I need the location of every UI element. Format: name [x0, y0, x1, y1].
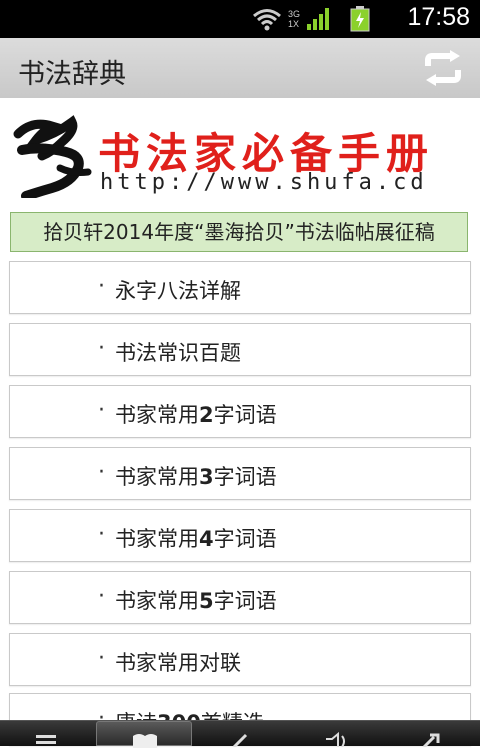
toolbar-share-button[interactable]: [384, 721, 480, 747]
bullet: ·: [98, 522, 105, 547]
bottom-toolbar: [0, 720, 480, 748]
battery-charging-icon: [350, 6, 370, 32]
toolbar-sound-button[interactable]: [288, 721, 384, 747]
wifi-icon: [253, 9, 281, 31]
menu-item-changshi-baiti[interactable]: · 书法常识百题: [9, 323, 471, 376]
network-1x: 1X: [287, 19, 299, 29]
toolbar-menu-button[interactable]: [0, 721, 96, 746]
status-bar: 3G 1X 17:58: [0, 0, 480, 38]
refresh-button[interactable]: [420, 50, 466, 86]
status-time: 17:58: [407, 3, 470, 31]
calligraphy-logo-icon: [13, 115, 92, 198]
status-icons: 3G 1X: [252, 6, 370, 32]
menu-item-label: 书家常用对联: [115, 651, 241, 675]
bullet: ·: [98, 584, 105, 609]
menu-item-2-char-words[interactable]: · 书家常用2字词语: [9, 385, 471, 438]
notice-banner[interactable]: 拾贝轩2014年度“墨海拾贝”书法临帖展征稿: [10, 212, 468, 252]
bullet: ·: [98, 460, 105, 485]
bullet: ·: [98, 398, 105, 423]
menu-item-3-char-words[interactable]: · 书家常用3字词语: [9, 447, 471, 500]
bullet: ·: [98, 646, 105, 671]
menu-item-yongzi-bafa[interactable]: · 永字八法详解: [9, 261, 471, 314]
banner[interactable]: 书法家必备手册 http://www.shufa.cd: [0, 98, 480, 210]
menu-item-label: 书家常用5字词语: [115, 589, 277, 613]
bullet: ·: [98, 336, 105, 361]
toolbar-edit-button[interactable]: [192, 721, 288, 747]
menu-item-5-char-words[interactable]: · 书家常用5字词语: [9, 571, 471, 624]
menu-item-label: 书家常用3字词语: [115, 465, 277, 489]
network-3g: 3G: [287, 9, 300, 19]
banner-url: http://www.shufa.cd: [100, 170, 428, 195]
menu-item-couplets[interactable]: · 书家常用对联: [9, 633, 471, 686]
menu-item-label: 永字八法详解: [115, 279, 241, 303]
toolbar-book-button[interactable]: [96, 721, 192, 748]
menu-item-label: 书家常用2字词语: [115, 403, 277, 427]
refresh-icon: [425, 50, 461, 86]
book-icon: [133, 734, 157, 748]
bullet: ·: [98, 274, 105, 299]
menu-item-label: 书法常识百题: [115, 341, 241, 365]
menu-item-4-char-words[interactable]: · 书家常用4字词语: [9, 509, 471, 562]
title-bar: 书法辞典: [0, 38, 480, 99]
app-title: 书法辞典: [18, 59, 126, 90]
signal-icon: [307, 8, 329, 30]
menu-item-label: 书家常用4字词语: [115, 527, 277, 551]
network-type-label: 3G 1X: [288, 9, 300, 29]
